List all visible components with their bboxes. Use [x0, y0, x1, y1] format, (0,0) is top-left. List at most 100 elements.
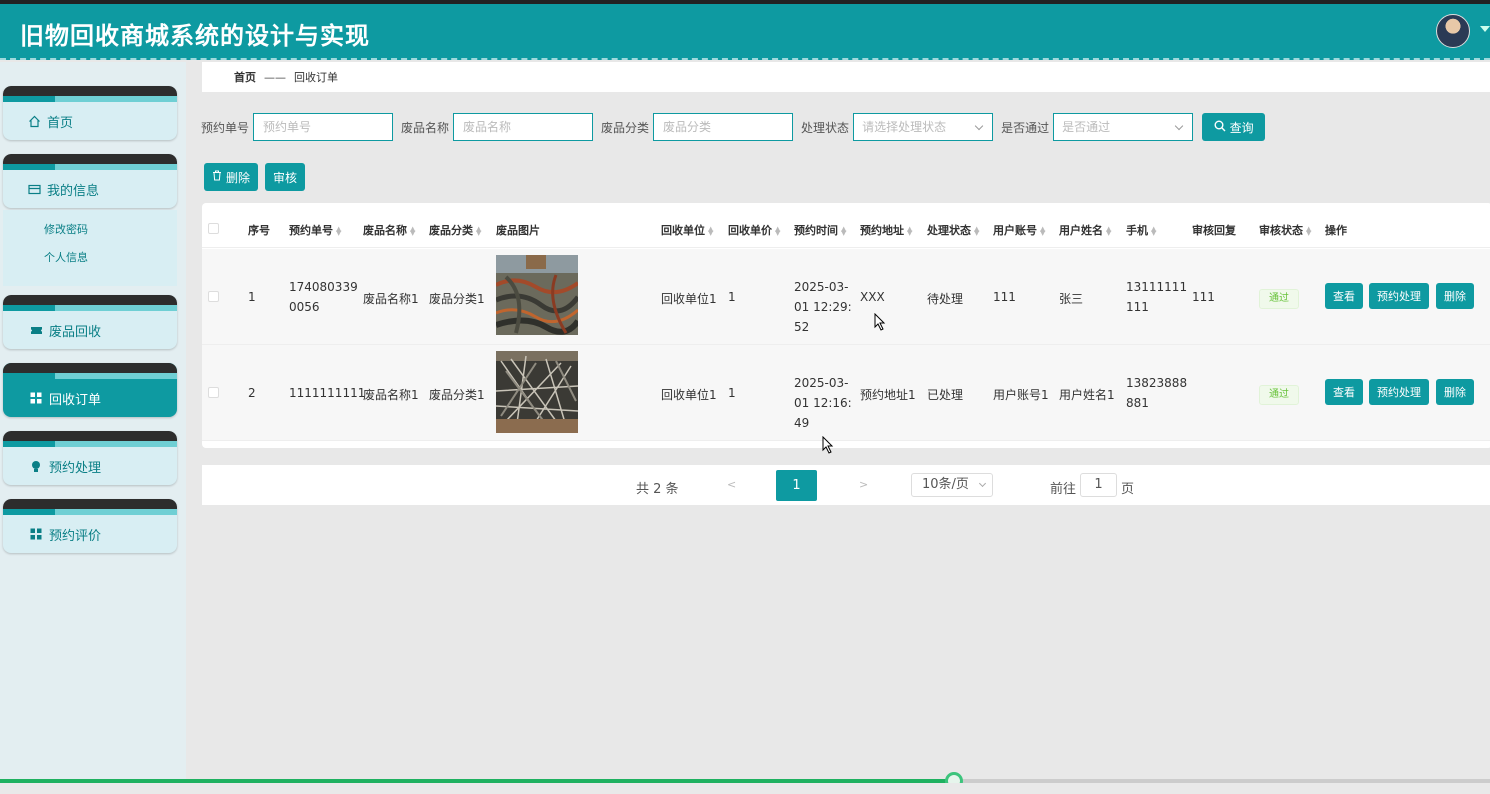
waste-name-input[interactable]: 废品名称 — [453, 113, 594, 141]
col-header[interactable]: 用户姓名 ▲ ▼ — [1059, 222, 1114, 238]
sidebar-item-appointment-review[interactable]: 预约评价 — [3, 499, 177, 553]
sidebar-item-waste-recycle[interactable]: 废品回收 — [3, 295, 177, 349]
cell-phone: 13111111111 — [1126, 280, 1188, 314]
cell-time: 2025-03-01 12:29:52 — [794, 280, 852, 334]
cell-account: 111 — [993, 290, 1016, 304]
approved-label: 是否通过 — [1001, 120, 1050, 135]
status-badge: 通过 — [1259, 289, 1299, 309]
waste-category-label: 废品分类 — [601, 120, 650, 135]
view-button[interactable]: 查看 — [1325, 283, 1363, 309]
search-form: 预约单号 预约单号 废品名称 废品名称 废品分类 废品分类 处理状态 请选择处理… — [201, 112, 1266, 142]
col-header[interactable]: 废品分类 ▲ ▼ — [429, 222, 484, 238]
row-delete-button[interactable]: 删除 — [1436, 283, 1474, 309]
cell-status: 已处理 — [927, 388, 964, 402]
waste-category-input[interactable]: 废品分类 — [653, 113, 794, 141]
row-checkbox[interactable] — [208, 291, 219, 302]
sidebar-item-home[interactable]: 首页 — [3, 86, 177, 140]
page-1-button[interactable]: 1 — [776, 470, 817, 501]
pagination: 共 2 条 < 1 > 10条/页 前往 1 页 — [202, 465, 1490, 505]
col-header[interactable]: 用户账号 ▲ ▼ — [993, 222, 1048, 238]
card-icon — [27, 182, 41, 196]
sidebar-subitem-change-password[interactable]: 修改密码 — [3, 216, 177, 244]
process-status-select[interactable]: 请选择处理状态 — [853, 113, 994, 141]
col-header[interactable]: 预约时间 ▲ ▼ — [794, 222, 849, 238]
sort-icon: ▲ ▼ — [708, 225, 714, 237]
cell-category: 废品分类1 — [429, 388, 485, 402]
sidebar-item-label: 废品回收 — [49, 324, 102, 340]
orders-table: 序号 预约单号 ▲ ▼ 废品名称 ▲ ▼ 废品分类 ▲ ▼ 废品图片 回收单位 ▲ ▼ 回收单价… — [202, 203, 1490, 448]
col-header: 废品图片 — [496, 224, 540, 237]
sort-icon: ▲ ▼ — [1106, 225, 1112, 237]
cell-order-no: 1111111111 — [289, 386, 366, 400]
cell-index: 1 — [248, 290, 256, 304]
col-header[interactable]: 预约单号 ▲ ▼ — [289, 222, 344, 238]
col-header[interactable]: 审核状态 ▲ ▼ — [1259, 222, 1314, 238]
waste-image-wires[interactable] — [495, 351, 579, 433]
cell-account: 用户账号1 — [993, 388, 1049, 402]
sidebar-item-label: 预约评价 — [49, 528, 102, 544]
row-checkbox[interactable] — [208, 387, 219, 398]
col-header: 审核回复 — [1192, 224, 1236, 237]
breadcrumb-separator: —— — [264, 70, 286, 84]
sidebar-item-recycle-orders[interactable]: 回收订单 — [3, 363, 177, 417]
user-avatar[interactable] — [1436, 14, 1470, 48]
cell-price: 1 — [728, 386, 736, 400]
app-header: 旧物回收商城系统的设计与实现 — [0, 4, 1490, 60]
mouse-cursor-icon — [822, 436, 834, 454]
query-button-label: 查询 — [1229, 120, 1254, 135]
waste-name-label: 废品名称 — [401, 120, 450, 135]
audit-button[interactable]: 审核 — [265, 163, 306, 191]
col-header[interactable]: 处理状态 ▲ ▼ — [927, 222, 982, 238]
cell-order-no: 1740803390056 — [289, 280, 358, 314]
col-header: 序号 — [248, 224, 270, 237]
order-no-input[interactable]: 预约单号 — [253, 113, 394, 141]
cell-unit: 回收单位1 — [661, 292, 717, 306]
bottom-strip — [0, 783, 1490, 794]
cell-waste-name: 废品名称1 — [363, 388, 419, 402]
col-header[interactable]: 废品名称 ▲ ▼ — [363, 222, 418, 238]
toolbar: 删除 审核 — [204, 163, 312, 191]
sidebar-subitem-personal-info[interactable]: 个人信息 — [3, 244, 177, 272]
cell-reply: 111 — [1192, 290, 1215, 304]
sort-icon: ▲ ▼ — [775, 225, 781, 237]
select-all-checkbox[interactable] — [208, 223, 219, 234]
next-page-button[interactable]: > — [859, 478, 868, 491]
waste-image-cables[interactable] — [495, 255, 581, 335]
page-size-select[interactable]: 10条/页 — [911, 473, 993, 497]
goto-page-input[interactable]: 1 — [1080, 473, 1117, 497]
sidebar: 首页 我的信息 修改密码 个人信息 废品回收 回收订单 预约处理 预约评价 — [0, 62, 186, 780]
col-header[interactable]: 回收单价 ▲ ▼ — [728, 222, 783, 238]
query-button[interactable]: 查询 — [1202, 113, 1266, 141]
view-button[interactable]: 查看 — [1325, 379, 1363, 405]
cell-address: 预约地址1 — [860, 388, 916, 402]
delete-button[interactable]: 删除 — [204, 163, 259, 191]
app-title: 旧物回收商城系统的设计与实现 — [20, 22, 370, 50]
breadcrumb: 首页 —— 回收订单 — [202, 62, 1490, 92]
delete-button-label: 删除 — [226, 170, 251, 185]
grid-icon — [29, 391, 43, 405]
col-header[interactable]: 预约地址 ▲ ▼ — [860, 222, 915, 238]
breadcrumb-home[interactable]: 首页 — [234, 69, 256, 85]
sort-icon: ▲ ▼ — [336, 225, 342, 237]
search-icon — [1214, 120, 1226, 135]
approved-select[interactable]: 是否通过 — [1053, 113, 1194, 141]
main-content: 首页 —— 回收订单 预约单号 预约单号 废品名称 废品名称 废品分类 废品分类… — [186, 62, 1490, 780]
sort-icon: ▲ ▼ — [841, 225, 847, 237]
trash-icon — [212, 170, 222, 184]
prev-page-button[interactable]: < — [727, 478, 736, 491]
process-button[interactable]: 预约处理 — [1369, 379, 1429, 405]
cell-phone: 13823888881 — [1126, 376, 1188, 410]
home-icon — [27, 114, 41, 128]
col-header[interactable]: 回收单位 ▲ ▼ — [661, 222, 716, 238]
process-button[interactable]: 预约处理 — [1369, 283, 1429, 309]
sidebar-item-my-info[interactable]: 我的信息 — [3, 154, 177, 208]
row-delete-button[interactable]: 删除 — [1436, 379, 1474, 405]
status-badge: 通过 — [1259, 385, 1299, 405]
sidebar-item-appointment-process[interactable]: 预约处理 — [3, 431, 177, 485]
col-header[interactable]: 手机 ▲ ▼ — [1126, 222, 1159, 238]
chevron-down-icon[interactable] — [1480, 26, 1490, 32]
cell-user: 用户姓名1 — [1059, 388, 1115, 402]
order-no-label: 预约单号 — [201, 120, 250, 135]
sort-icon: ▲ ▼ — [1151, 225, 1157, 237]
sidebar-item-label: 首页 — [47, 115, 74, 131]
